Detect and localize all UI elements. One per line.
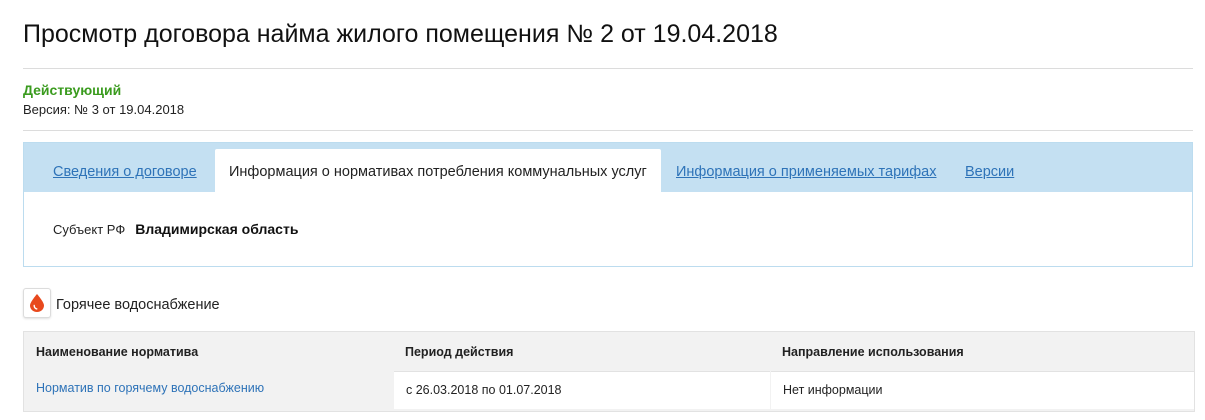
tab-contract-details[interactable]: Сведения о договоре [53, 149, 197, 192]
subject-label: Субъект РФ [53, 222, 126, 237]
usage-cell: Нет информации [771, 371, 1194, 409]
tab-bar: Сведения о договоре Информация о нормати… [24, 143, 1192, 192]
norms-table: Наименование норматива Период действия Н… [23, 331, 1195, 412]
tab-versions[interactable]: Версии [965, 149, 1014, 192]
period-cell: с 26.03.2018 по 01.07.2018 [394, 371, 770, 409]
divider [23, 130, 1193, 131]
table-row: Норматив по горячему водоснабжению с 26.… [24, 371, 1194, 411]
page-title: Просмотр договора найма жилого помещения… [23, 20, 778, 48]
tab-applied-tariffs[interactable]: Информация о применяемых тарифах [676, 149, 937, 192]
status-badge: Действующий [23, 82, 122, 98]
column-header-period: Период действия [405, 345, 514, 359]
norm-name-link[interactable]: Норматив по горячему водоснабжению [24, 371, 394, 409]
tab-consumption-norms[interactable]: Информация о нормативах потребления комм… [215, 149, 661, 192]
version-info: Версия: № 3 от 19.04.2018 [23, 102, 185, 117]
tabs-panel: Сведения о договоре Информация о нормати… [23, 142, 1193, 267]
subject-field: Субъект РФ Владимирская область [53, 221, 298, 237]
divider [23, 68, 1193, 69]
service-label: Горячее водоснабжение [56, 297, 220, 313]
column-header-name: Наименование норматива [36, 345, 199, 359]
subject-value: Владимирская область [135, 221, 299, 237]
column-header-usage: Направление использования [782, 345, 964, 359]
water-drop-icon [23, 288, 51, 318]
